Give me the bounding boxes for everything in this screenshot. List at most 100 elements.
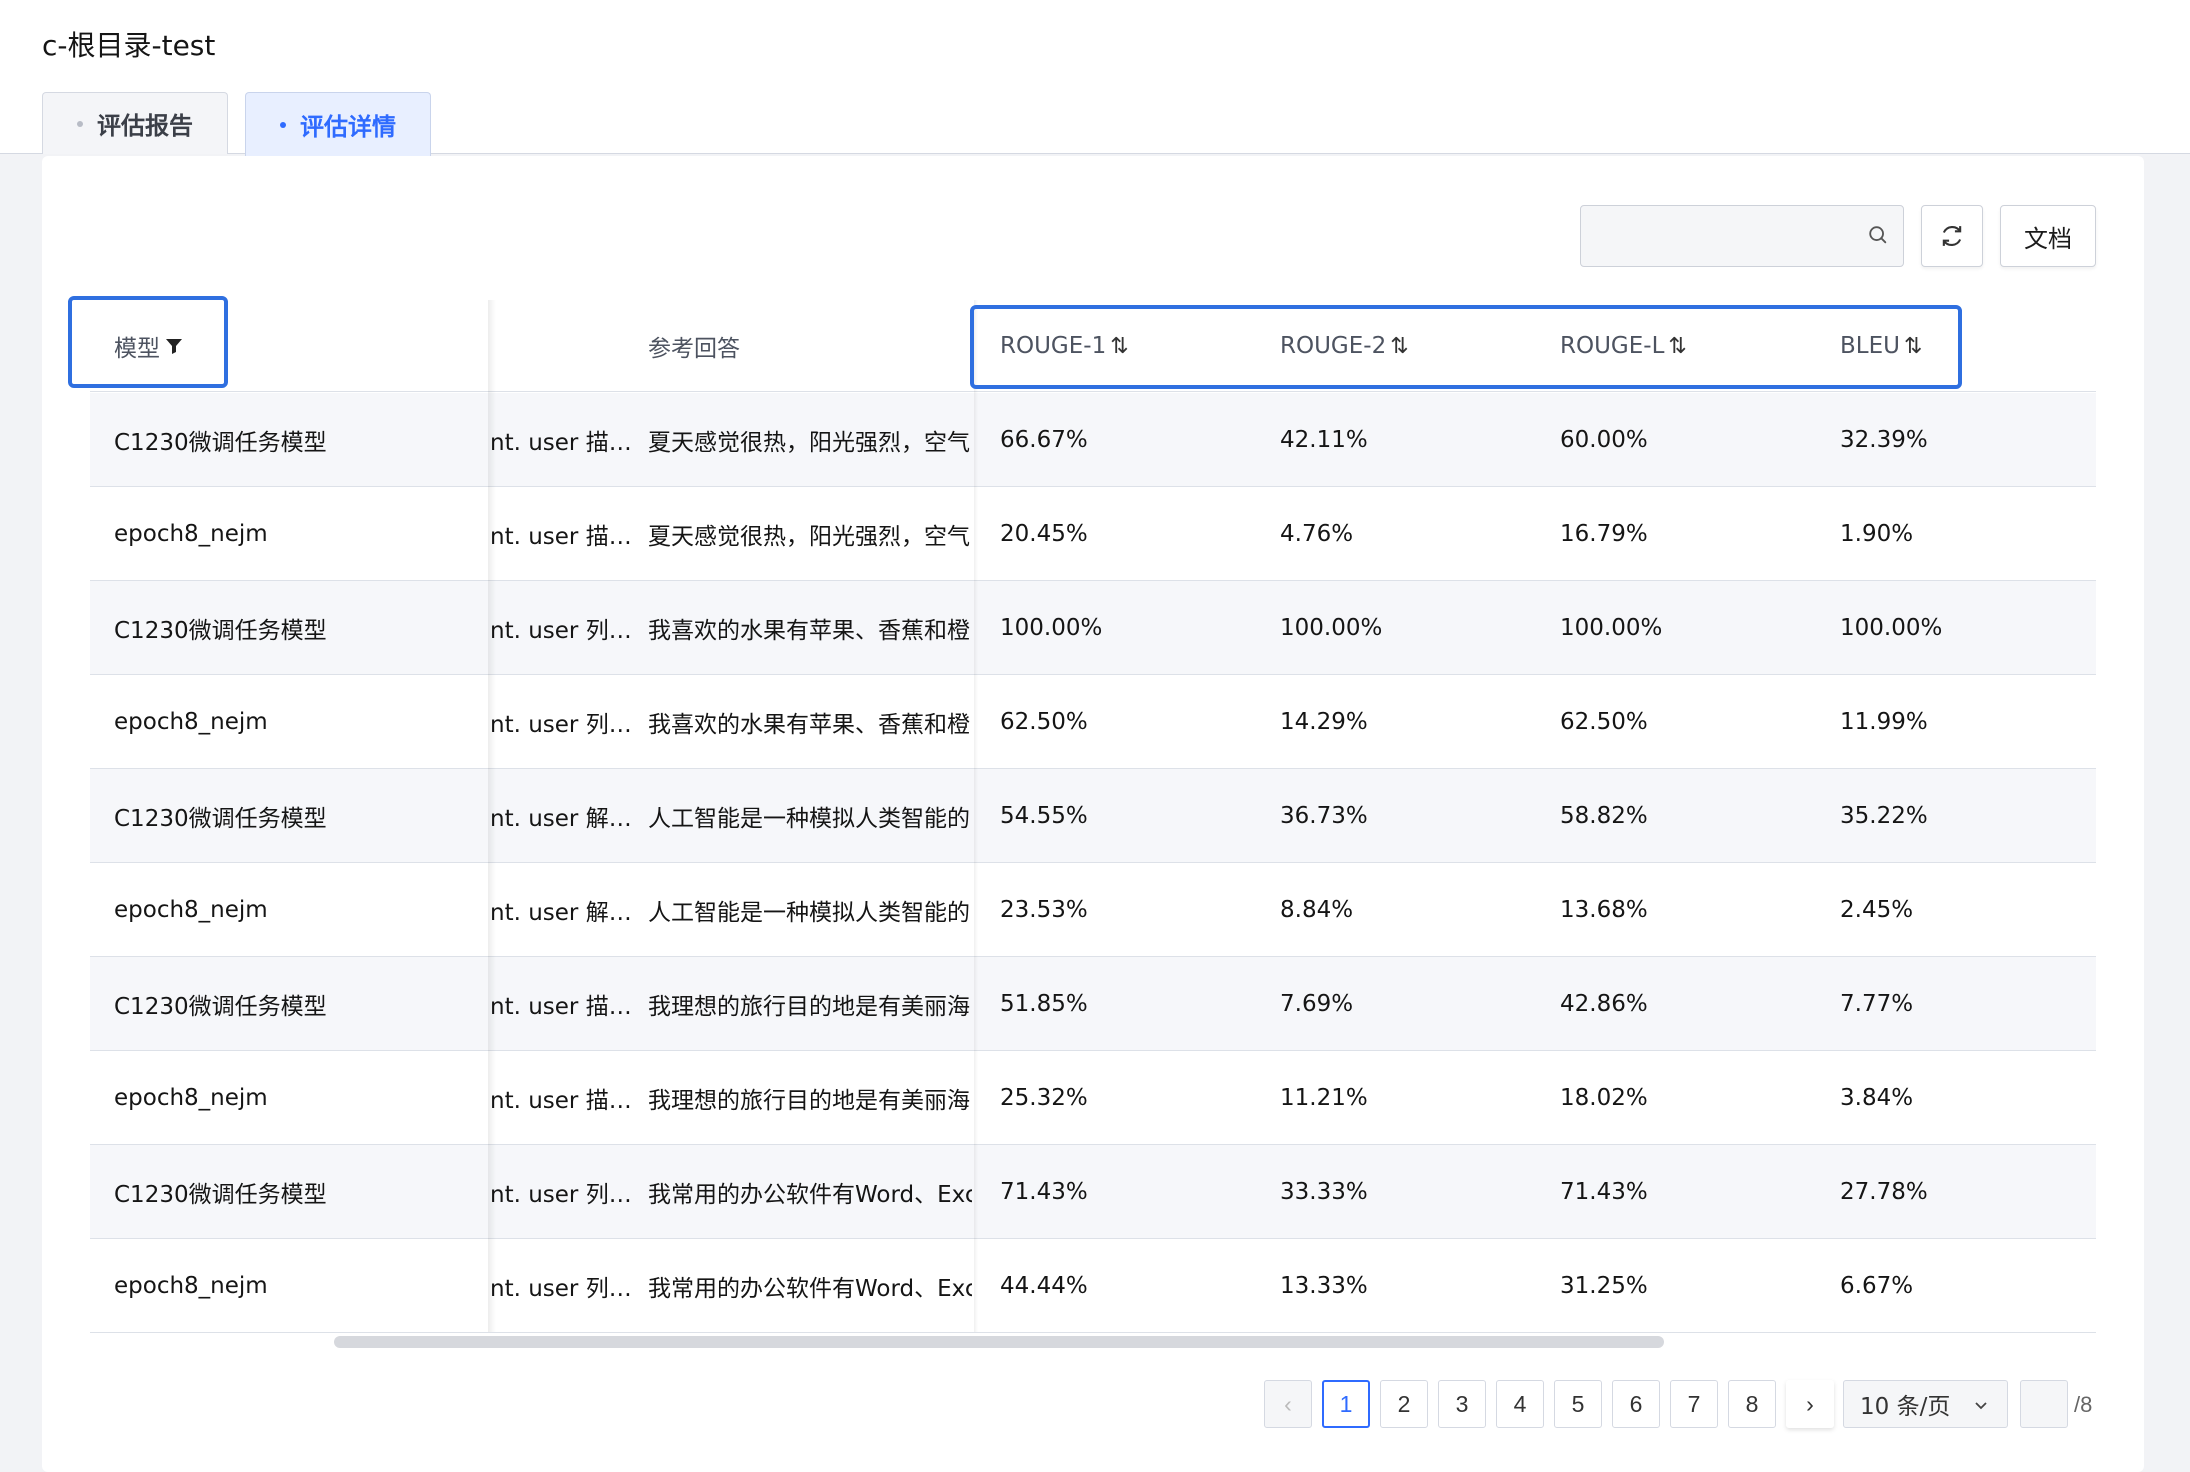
fixed-column-divider bbox=[974, 300, 978, 1332]
cell-bleu: 35.22% bbox=[1840, 803, 1928, 829]
cell-reference: 我理想的旅行目的地是有美丽海 bbox=[648, 1088, 970, 1114]
cell-model: epoch8_nejm bbox=[114, 1085, 268, 1111]
cell-rouge1: 66.67% bbox=[1000, 427, 1088, 453]
cell-rouge2: 4.76% bbox=[1280, 521, 1354, 547]
tab-eval-detail[interactable]: 评估详情 bbox=[245, 92, 431, 156]
cell-bleu: 100.00% bbox=[1840, 615, 1943, 641]
table-row: epoch8_nejm nt. user 解… 人工智能是一种模拟人类智能的 2… bbox=[90, 863, 2096, 957]
search-box bbox=[1580, 205, 1904, 267]
cell-rouge1: 100.00% bbox=[1000, 615, 1103, 641]
cell-reference: 我常用的办公软件有Word、Exc bbox=[648, 1276, 972, 1302]
cell-model: epoch8_nejm bbox=[114, 897, 268, 923]
cell-rouge1: 71.43% bbox=[1000, 1179, 1088, 1205]
cell-model: C1230微调任务模型 bbox=[114, 1182, 327, 1208]
cell-input: nt. user 描… bbox=[490, 430, 632, 456]
table-row: C1230微调任务模型 nt. user 描… 夏天感觉很热，阳光强烈，空气 6… bbox=[90, 393, 2096, 487]
cell-rouge2: 7.69% bbox=[1280, 991, 1354, 1017]
table-row: C1230微调任务模型 nt. user 列… 我喜欢的水果有苹果、香蕉和橙 1… bbox=[90, 581, 2096, 675]
cell-rouge2: 36.73% bbox=[1280, 803, 1368, 829]
cell-model: C1230微调任务模型 bbox=[114, 430, 327, 456]
highlight-model-header bbox=[68, 296, 228, 388]
page-title: c-根目录-test bbox=[42, 29, 216, 62]
cell-rouge1: 20.45% bbox=[1000, 521, 1088, 547]
cell-rouge1: 23.53% bbox=[1000, 897, 1088, 923]
cell-rouge2: 8.84% bbox=[1280, 897, 1354, 923]
doc-button[interactable]: 文档 bbox=[2000, 205, 2096, 267]
cell-rouge1: 51.85% bbox=[1000, 991, 1088, 1017]
table-row: epoch8_nejm nt. user 列… 我常用的办公软件有Word、Ex… bbox=[90, 1239, 2096, 1333]
page-3-button[interactable]: 3 bbox=[1438, 1380, 1486, 1428]
cell-rougel: 31.25% bbox=[1560, 1273, 1648, 1299]
chevron-down-icon bbox=[1975, 1402, 1987, 1410]
cell-rougel: 18.02% bbox=[1560, 1085, 1648, 1111]
header-reference: 参考回答 bbox=[648, 336, 740, 362]
page-2-button[interactable]: 2 bbox=[1380, 1380, 1428, 1428]
cell-rouge2: 100.00% bbox=[1280, 615, 1383, 641]
refresh-icon bbox=[1942, 226, 1962, 246]
highlight-metric-headers bbox=[970, 305, 1962, 389]
tab-label: 评估报告 bbox=[97, 112, 193, 140]
cell-bleu: 7.77% bbox=[1840, 991, 1914, 1017]
cell-input: nt. user 描… bbox=[490, 1088, 632, 1114]
cell-input: nt. user 描… bbox=[490, 524, 632, 550]
cell-rouge1: 25.32% bbox=[1000, 1085, 1088, 1111]
page-7-button[interactable]: 7 bbox=[1670, 1380, 1718, 1428]
search-input[interactable] bbox=[1581, 206, 1851, 264]
cell-reference: 我常用的办公软件有Word、Exc bbox=[648, 1182, 972, 1208]
page-size-label: 10 条/页 bbox=[1860, 1394, 1951, 1420]
cell-rouge2: 11.21% bbox=[1280, 1085, 1368, 1111]
cell-model: C1230微调任务模型 bbox=[114, 806, 327, 832]
page-8-button[interactable]: 8 bbox=[1728, 1380, 1776, 1428]
search-icon[interactable] bbox=[1867, 224, 1889, 246]
next-page-button[interactable]: › bbox=[1786, 1380, 1834, 1428]
cell-rouge1: 44.44% bbox=[1000, 1273, 1088, 1299]
cell-reference: 我理想的旅行目的地是有美丽海 bbox=[648, 994, 970, 1020]
cell-input: nt. user 列… bbox=[490, 618, 632, 644]
cell-input: nt. user 列… bbox=[490, 1276, 632, 1302]
page-jump-input[interactable] bbox=[2020, 1380, 2068, 1428]
table-row: C1230微调任务模型 nt. user 描… 我理想的旅行目的地是有美丽海 5… bbox=[90, 957, 2096, 1051]
cell-bleu: 3.84% bbox=[1840, 1085, 1914, 1111]
top-header: c-根目录-test 评估报告 评估详情 bbox=[0, 0, 2190, 156]
cell-rouge1: 62.50% bbox=[1000, 709, 1088, 735]
cell-input: nt. user 描… bbox=[490, 994, 632, 1020]
table-row: C1230微调任务模型 nt. user 解… 人工智能是一种模拟人类智能的 5… bbox=[90, 769, 2096, 863]
cell-bleu: 11.99% bbox=[1840, 709, 1928, 735]
page-5-button[interactable]: 5 bbox=[1554, 1380, 1602, 1428]
cell-rougel: 16.79% bbox=[1560, 521, 1648, 547]
cell-rouge2: 33.33% bbox=[1280, 1179, 1368, 1205]
prev-page-button[interactable]: ‹ bbox=[1264, 1380, 1312, 1428]
page-total: /8 bbox=[2074, 1392, 2093, 1417]
cell-bleu: 2.45% bbox=[1840, 897, 1914, 923]
refresh-button[interactable] bbox=[1921, 205, 1983, 267]
cell-rougel: 71.43% bbox=[1560, 1179, 1648, 1205]
fixed-column-shadow bbox=[488, 300, 496, 1332]
cell-reference: 人工智能是一种模拟人类智能的 bbox=[648, 900, 970, 926]
cell-model: C1230微调任务模型 bbox=[114, 994, 327, 1020]
cell-reference: 夏天感觉很热，阳光强烈，空气 bbox=[648, 524, 970, 550]
page-size-select[interactable]: 10 条/页 bbox=[1843, 1380, 2008, 1428]
cell-rouge1: 54.55% bbox=[1000, 803, 1088, 829]
table-row: epoch8_nejm nt. user 列… 我喜欢的水果有苹果、香蕉和橙 6… bbox=[90, 675, 2096, 769]
cell-rouge2: 13.33% bbox=[1280, 1273, 1368, 1299]
cell-rougel: 60.00% bbox=[1560, 427, 1648, 453]
cell-model: epoch8_nejm bbox=[114, 521, 268, 547]
cell-input: nt. user 解… bbox=[490, 806, 632, 832]
cell-bleu: 27.78% bbox=[1840, 1179, 1928, 1205]
page-4-button[interactable]: 4 bbox=[1496, 1380, 1544, 1428]
cell-rougel: 42.86% bbox=[1560, 991, 1648, 1017]
cell-input: nt. user 列… bbox=[490, 1182, 632, 1208]
cell-model: C1230微调任务模型 bbox=[114, 618, 327, 644]
cell-bleu: 6.67% bbox=[1840, 1273, 1914, 1299]
page-6-button[interactable]: 6 bbox=[1612, 1380, 1660, 1428]
table-row: epoch8_nejm nt. user 描… 夏天感觉很热，阳光强烈，空气 2… bbox=[90, 487, 2096, 581]
page-1-button[interactable]: 1 bbox=[1322, 1380, 1370, 1428]
header-input bbox=[490, 300, 640, 392]
table-row: C1230微调任务模型 nt. user 列… 我常用的办公软件有Word、Ex… bbox=[90, 1145, 2096, 1239]
tab-eval-report[interactable]: 评估报告 bbox=[42, 92, 228, 154]
cell-reference: 夏天感觉很热，阳光强烈，空气 bbox=[648, 430, 970, 456]
cell-bleu: 32.39% bbox=[1840, 427, 1928, 453]
horizontal-scrollbar[interactable] bbox=[334, 1336, 1664, 1348]
cell-input: nt. user 列… bbox=[490, 712, 632, 738]
cell-reference: 人工智能是一种模拟人类智能的 bbox=[648, 806, 970, 832]
